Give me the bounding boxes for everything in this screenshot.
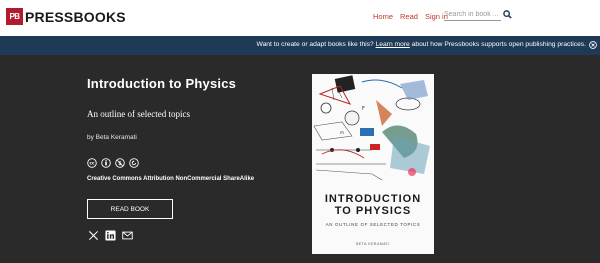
cover-title-line1: INTRODUCTION xyxy=(324,193,422,205)
license-text: Creative Commons Attribution NonCommerci… xyxy=(87,176,255,182)
book-title: Introduction to Physics xyxy=(87,76,237,91)
cover-subtitle: AN OUTLINE OF SELECTED TOPICS xyxy=(325,222,421,227)
linkedin-icon[interactable] xyxy=(105,230,116,241)
banner-text-after: about how Pressbooks supports open publi… xyxy=(411,41,586,48)
search-icon[interactable] xyxy=(503,10,512,19)
cover-illustration: F m xyxy=(312,74,434,182)
noncommercial-icon[interactable]: $ xyxy=(115,158,125,168)
site-header: PB PRESSBOOKS Home Read Sign in xyxy=(0,0,600,36)
read-book-button[interactable]: READ BOOK xyxy=(87,199,173,219)
book-hero: Introduction to Physics An outline of se… xyxy=(0,55,600,263)
search-input[interactable] xyxy=(444,9,501,21)
book-author: by Beta Keramati xyxy=(87,134,137,141)
svg-text:F: F xyxy=(362,106,365,112)
logo-mark: PB xyxy=(6,8,23,25)
sharealike-icon[interactable] xyxy=(129,158,139,168)
cc-icon[interactable]: cc xyxy=(87,158,97,168)
nav-read[interactable]: Read xyxy=(400,12,418,21)
book-subtitle: An outline of selected topics xyxy=(87,109,190,119)
attribution-icon[interactable] xyxy=(101,158,111,168)
cover-title-line2: TO PHYSICS xyxy=(334,205,412,217)
email-icon[interactable] xyxy=(122,230,133,241)
share-icons xyxy=(88,230,133,241)
logo-text: PRESSBOOKS xyxy=(25,8,126,25)
learn-more-link[interactable]: Learn more xyxy=(376,41,410,48)
promo-banner: Want to create or adapt books like this?… xyxy=(0,36,600,55)
license-icons: cc $ xyxy=(87,158,139,168)
cover-author: BETA KERAMATI xyxy=(356,242,390,246)
main-nav: Home Read Sign in xyxy=(373,12,455,21)
nav-home[interactable]: Home xyxy=(373,12,393,21)
svg-text:m: m xyxy=(340,130,344,135)
pressbooks-logo[interactable]: PB PRESSBOOKS xyxy=(6,8,126,25)
banner-message: Want to create or adapt books like this?… xyxy=(257,41,587,48)
twitter-x-icon[interactable] xyxy=(88,230,99,241)
close-icon[interactable] xyxy=(589,41,597,49)
book-cover[interactable]: F m INTRODUCTION TO PHYSICS AN OUTLINE O… xyxy=(312,74,434,254)
cover-title: INTRODUCTION TO PHYSICS xyxy=(312,193,434,217)
svg-text:cc: cc xyxy=(90,161,95,166)
banner-text-before: Want to create or adapt books like this? xyxy=(256,41,374,48)
